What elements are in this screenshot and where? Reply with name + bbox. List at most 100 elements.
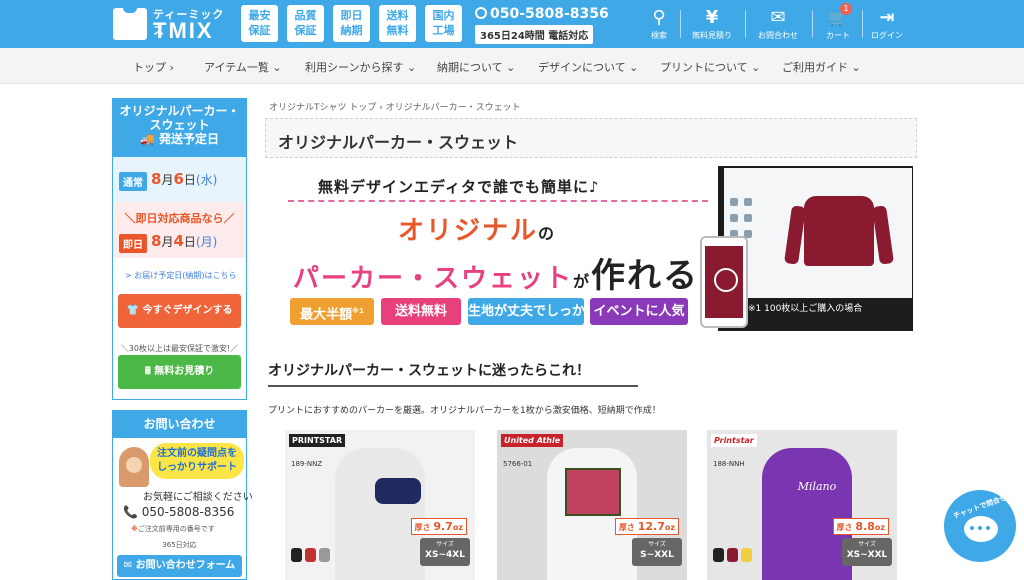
size-badge: サイズ XS~4XL <box>420 538 470 566</box>
header-cart[interactable]: 🛒 カート 1 <box>822 3 854 46</box>
feature-badge-same-day[interactable]: 即日 納期 <box>333 5 370 42</box>
tool-icon <box>730 214 738 222</box>
section-title: オリジナルパーカー・スウェットに迷ったらこれ！ <box>268 363 590 379</box>
thickness-badge: 厚さ 9.7oz <box>410 518 467 535</box>
normal-date: 8月6日(水) <box>151 170 218 188</box>
logo-name: TMIX <box>153 18 214 43</box>
page-title: オリジナルパーカー・スウェット <box>265 118 917 158</box>
nav-item-print[interactable]: プリントについて ⌄ <box>660 59 760 75</box>
header-search[interactable]: ⚲ 検索 <box>645 6 673 46</box>
feature-badge-free-shipping[interactable]: 送料 無料 <box>379 5 416 42</box>
shipping-date-box: オリジナルパーカー・スウェット 🚚 発送予定日 通常 8月6日(水) ＼即日対応… <box>112 98 247 400</box>
editor-screen <box>724 168 912 298</box>
nav-item-delivery[interactable]: 納期について ⌄ <box>437 59 515 75</box>
contact-form-button[interactable]: ✉ お問い合わせフォーム <box>117 555 242 577</box>
product-card[interactable]: United Athle 5766-01 厚さ 12.7oz サイズ S~XXL <box>497 430 687 580</box>
express-shipping-row: ＼即日対応商品なら／ 即日 8月4日(月) <box>113 202 246 258</box>
banner-pill-half-price: 最大半額※1 <box>290 298 374 325</box>
header-phone[interactable]: 050-5808-8356 <box>475 6 609 22</box>
brand-logo: Printstar <box>711 434 757 447</box>
nav-item-items[interactable]: アイテム一覧 ⌄ <box>204 59 282 75</box>
divider <box>812 10 813 38</box>
chat-button[interactable]: チャットで問合せ <box>944 490 1016 562</box>
hoodie-photo <box>335 448 425 580</box>
feature-badge-domestic[interactable]: 国内 工場 <box>425 5 462 42</box>
nav-item-design[interactable]: デザインについて ⌄ <box>538 59 638 75</box>
brand-logo: United Athle <box>501 434 564 447</box>
tool-icon <box>744 198 752 206</box>
divider <box>680 10 681 38</box>
yen-icon: ¥ <box>705 7 719 28</box>
header-estimate[interactable]: ¥ 無料見積り <box>690 6 734 46</box>
banner-pill-free-shipping: 送料無料 <box>381 298 461 325</box>
login-icon: ⇥ <box>879 7 895 28</box>
shipping-sub-title: 🚚 発送予定日 <box>139 132 220 146</box>
banner-dash-line <box>288 200 708 202</box>
banner-pill-durable: 生地が丈夫でしっかり <box>468 298 598 325</box>
banner-pill-event: イベントに人気 <box>590 298 688 325</box>
phone-hours: 365日24時間 電話対応 <box>475 25 594 44</box>
contact-ask: お気軽にご相談ください <box>143 492 253 503</box>
nav-item-top[interactable]: トップ › <box>133 59 174 75</box>
support-bubble: 注文前の疑問点を しっかりサポート <box>150 443 244 479</box>
section-description: プリントにおすすめのパーカーを厳選。オリジナルパーカーを1枚から激安価格、短納期… <box>268 406 661 416</box>
tshirt-logo-icon <box>113 8 147 40</box>
chat-bubble-icon <box>964 516 998 542</box>
hoodie-print: Milano <box>797 480 837 493</box>
express-lead: ＼即日対応商品なら／ <box>124 212 235 225</box>
brand-logo: PRINTSTAR <box>289 434 346 447</box>
cart-count-badge: 1 <box>840 3 852 15</box>
divider <box>745 10 746 38</box>
thickness-badge: 厚さ 12.7oz <box>614 518 679 535</box>
free-estimate-button[interactable]: 🖩 無料お見積り <box>118 355 241 389</box>
delivery-date-link[interactable]: > お届け予定日(納期)はこちら <box>125 270 237 281</box>
color-swatch <box>319 548 330 562</box>
nav-item-scenes[interactable]: 利用シーンから探す ⌄ <box>305 59 416 75</box>
hoodie-print <box>565 468 621 516</box>
banner-headline-1: オリジナルの <box>398 216 557 246</box>
banner-headline-2: パーカー・スウェットが作れる!! <box>293 256 735 296</box>
contact-note: ※ご注文前専用の番号です <box>131 525 215 533</box>
tool-icon <box>730 198 738 206</box>
mail-icon: ✉ <box>770 7 786 28</box>
contact-title: お問い合わせ <box>113 411 246 438</box>
size-badge: サイズ XS~XXL <box>842 538 892 566</box>
global-nav: トップ › アイテム一覧 ⌄ 利用シーンから探す ⌄ 納期について ⌄ デザイン… <box>0 48 1024 84</box>
header-login[interactable]: ⇥ ログイン <box>870 6 904 46</box>
site-header: ティーミックス TMIX 最安 保証 品質 保証 即日 納期 送料 無料 国内 … <box>0 0 1024 48</box>
hero-banner[interactable]: 無料デザインエディタで誰でも簡単に♪ オリジナルの パーカー・スウェットが作れる… <box>268 166 913 331</box>
breadcrumb[interactable]: オリジナルTシャツ トップ › オリジナルパーカー・スウェット <box>269 100 521 113</box>
cart-label: カート <box>826 31 850 40</box>
product-sku: 189-NNZ <box>291 460 323 468</box>
hoodie-print <box>375 478 421 504</box>
color-swatch <box>305 548 316 562</box>
color-swatch <box>741 548 752 562</box>
product-card[interactable]: PRINTSTAR 189-NNZ 厚さ 9.7oz サイズ XS~4XL <box>285 430 475 580</box>
contact-phone[interactable]: 📞 050-5808-8356 <box>123 505 234 519</box>
phone-shirt-preview <box>705 246 743 318</box>
search-label: 検索 <box>651 31 667 40</box>
design-now-button[interactable]: 👕 今すぐデザインする <box>118 294 241 328</box>
divider <box>862 10 863 38</box>
estimate-label: 無料見積り <box>692 31 732 40</box>
banner-tagline: 無料デザインエディタで誰でも簡単に♪ <box>318 178 600 196</box>
nav-item-guide[interactable]: ご利用ガイド ⌄ <box>782 59 861 75</box>
thickness-badge: 厚さ 8.8oz <box>832 518 889 535</box>
support-staff-avatar <box>119 447 149 487</box>
color-swatch <box>291 548 302 562</box>
header-contact[interactable]: ✉ お問合わせ <box>755 6 801 46</box>
login-label: ログイン <box>871 31 903 40</box>
section-underline <box>268 385 638 387</box>
product-card[interactable]: Milano Printstar 188-NNH 厚さ 8.8oz サイズ XS~… <box>707 430 897 580</box>
color-swatch <box>727 548 738 562</box>
contact-label: お問合わせ <box>758 31 798 40</box>
tmix-logo[interactable]: ティーミックス TMIX <box>113 4 225 44</box>
express-tag: 即日 <box>119 234 147 253</box>
shipping-box-header: オリジナルパーカー・スウェット 🚚 発送予定日 <box>113 99 246 157</box>
contact-box: お問い合わせ 注文前の疑問点を しっかりサポート お気軽にご相談ください 📞 0… <box>112 410 253 580</box>
sidebar: オリジナルパーカー・スウェット 🚚 発送予定日 通常 8月6日(水) ＼即日対応… <box>112 98 253 580</box>
feature-badge-lowest-price[interactable]: 最安 保証 <box>241 5 278 42</box>
feature-badge-quality[interactable]: 品質 保証 <box>287 5 324 42</box>
tool-icon <box>744 214 752 222</box>
smartphone-image <box>700 236 748 328</box>
